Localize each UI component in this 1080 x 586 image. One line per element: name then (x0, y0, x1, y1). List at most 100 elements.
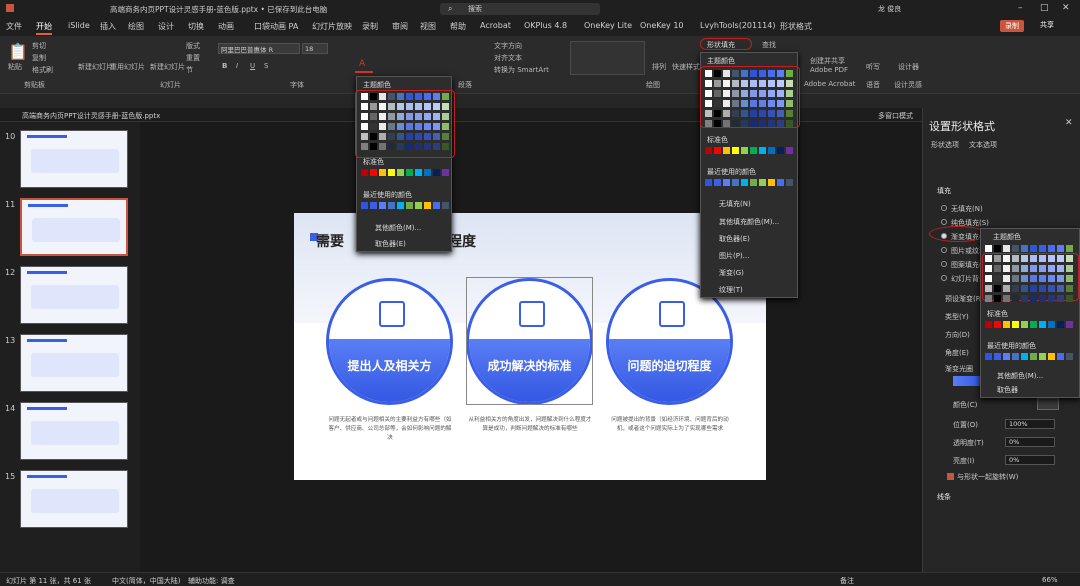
color-swatch[interactable] (741, 179, 748, 186)
tab-5[interactable]: 设计 (158, 21, 174, 32)
selection-box[interactable] (466, 277, 593, 405)
color-swatch[interactable] (1066, 245, 1073, 252)
fill-radio-5[interactable] (941, 275, 947, 281)
color-swatch[interactable] (397, 113, 404, 120)
color-swatch[interactable] (1012, 285, 1019, 292)
color-swatch[interactable] (705, 90, 712, 97)
color-swatch[interactable] (768, 90, 775, 97)
fill-radio-0[interactable] (941, 205, 947, 211)
color-swatch[interactable] (1003, 295, 1010, 302)
tab-6[interactable]: 切换 (188, 21, 204, 32)
color-swatch[interactable] (786, 70, 793, 77)
color-swatch[interactable] (1057, 285, 1064, 292)
color-swatch[interactable] (741, 70, 748, 77)
color-swatch[interactable] (777, 110, 784, 117)
close-icon[interactable]: ✕ (1062, 3, 1070, 13)
color-swatch[interactable] (406, 143, 413, 150)
color-swatch[interactable] (1057, 353, 1064, 360)
color-swatch[interactable] (424, 103, 431, 110)
color-swatch[interactable] (732, 90, 739, 97)
color-swatch[interactable] (985, 255, 992, 262)
slide[interactable]: 需要 的程度 提出人及相关方 成功解决的标准 问题的迫切程度 问题无起者或与问题… (294, 213, 766, 480)
align-text-button[interactable]: 对齐文本 (494, 53, 522, 63)
color-swatch[interactable] (723, 110, 730, 117)
tab-17[interactable]: OneKey 10 (640, 21, 684, 30)
color-swatch[interactable] (777, 90, 784, 97)
color-swatch[interactable] (361, 103, 368, 110)
color-swatch[interactable] (370, 143, 377, 150)
color-swatch[interactable] (705, 147, 712, 154)
color-swatch[interactable] (723, 90, 730, 97)
color-swatch[interactable] (723, 80, 730, 87)
color-swatch[interactable] (1048, 255, 1055, 262)
pane-close-icon[interactable]: ✕ (1065, 118, 1073, 128)
color-swatch[interactable] (705, 100, 712, 107)
color-swatch[interactable] (1066, 275, 1073, 282)
color-swatch[interactable] (1030, 255, 1037, 262)
color-swatch[interactable] (1066, 295, 1073, 302)
color-swatch[interactable] (985, 321, 992, 328)
color-swatch[interactable] (723, 179, 730, 186)
color-swatch[interactable] (1039, 275, 1046, 282)
color-swatch[interactable] (777, 70, 784, 77)
circle-card-1[interactable]: 提出人及相关方 (326, 278, 453, 405)
underline-button[interactable]: U (250, 62, 255, 70)
quick-styles-button[interactable]: 快速样式 (672, 62, 700, 72)
fill-eyedropper[interactable]: 取色器(E) (719, 234, 750, 244)
color-swatch[interactable] (424, 143, 431, 150)
color-swatch[interactable] (732, 80, 739, 87)
color-swatch[interactable] (985, 265, 992, 272)
color-swatch[interactable] (388, 169, 395, 176)
color-swatch[interactable] (723, 147, 730, 154)
tab-15[interactable]: OKPlus 4.8 (524, 21, 567, 30)
color-swatch[interactable] (985, 295, 992, 302)
color-swatch[interactable] (370, 202, 377, 209)
color-swatch[interactable] (750, 100, 757, 107)
color-swatch[interactable] (370, 93, 377, 100)
color-swatch[interactable] (768, 80, 775, 87)
color-swatch[interactable] (415, 113, 422, 120)
color-swatch[interactable] (750, 70, 757, 77)
position-input[interactable]: 100% (1005, 419, 1055, 429)
paste-icon[interactable]: 📋 (8, 42, 28, 61)
tab-11[interactable]: 审阅 (392, 21, 408, 32)
color-swatch[interactable] (750, 80, 757, 87)
italic-button[interactable]: I (236, 62, 238, 70)
color-swatch[interactable] (985, 245, 992, 252)
color-swatch[interactable] (705, 110, 712, 117)
color-swatch[interactable] (370, 123, 377, 130)
color-swatch[interactable] (361, 133, 368, 140)
color-swatch[interactable] (732, 120, 739, 127)
brightness-input[interactable]: 0% (1005, 455, 1055, 465)
color-swatch[interactable] (1048, 321, 1055, 328)
color-swatch[interactable] (388, 123, 395, 130)
tab-18[interactable]: LvyhTools(201114) (700, 21, 775, 30)
layout-button[interactable]: 版式 (186, 41, 200, 51)
color-swatch[interactable] (433, 202, 440, 209)
color-swatch[interactable] (741, 110, 748, 117)
color-swatch[interactable] (759, 80, 766, 87)
fill-radio-1[interactable] (941, 219, 947, 225)
color-swatch[interactable] (1012, 245, 1019, 252)
line-section-header[interactable]: 线条 (937, 492, 951, 502)
color-swatch[interactable] (994, 255, 1001, 262)
color-swatch[interactable] (406, 123, 413, 130)
tab-16[interactable]: OneKey Lite (584, 21, 632, 30)
minimize-icon[interactable]: – (1018, 3, 1023, 13)
color-swatch[interactable] (1012, 275, 1019, 282)
color-swatch[interactable] (379, 113, 386, 120)
color-swatch[interactable] (1039, 255, 1046, 262)
color-swatch[interactable] (1066, 353, 1073, 360)
color-swatch[interactable] (424, 202, 431, 209)
color-swatch[interactable] (397, 133, 404, 140)
color-swatch[interactable] (388, 93, 395, 100)
fill-picture[interactable]: 图片(P)... (719, 251, 749, 261)
color-swatch[interactable] (768, 120, 775, 127)
shadow-button[interactable]: S (264, 62, 268, 70)
pane-tab-text[interactable]: 文本选项 (969, 140, 997, 150)
color-swatch[interactable] (415, 169, 422, 176)
pane-more-colors[interactable]: 其他颜色(M)... (997, 371, 1043, 381)
color-swatch[interactable] (732, 147, 739, 154)
color-swatch[interactable] (442, 202, 449, 209)
color-swatch[interactable] (777, 147, 784, 154)
